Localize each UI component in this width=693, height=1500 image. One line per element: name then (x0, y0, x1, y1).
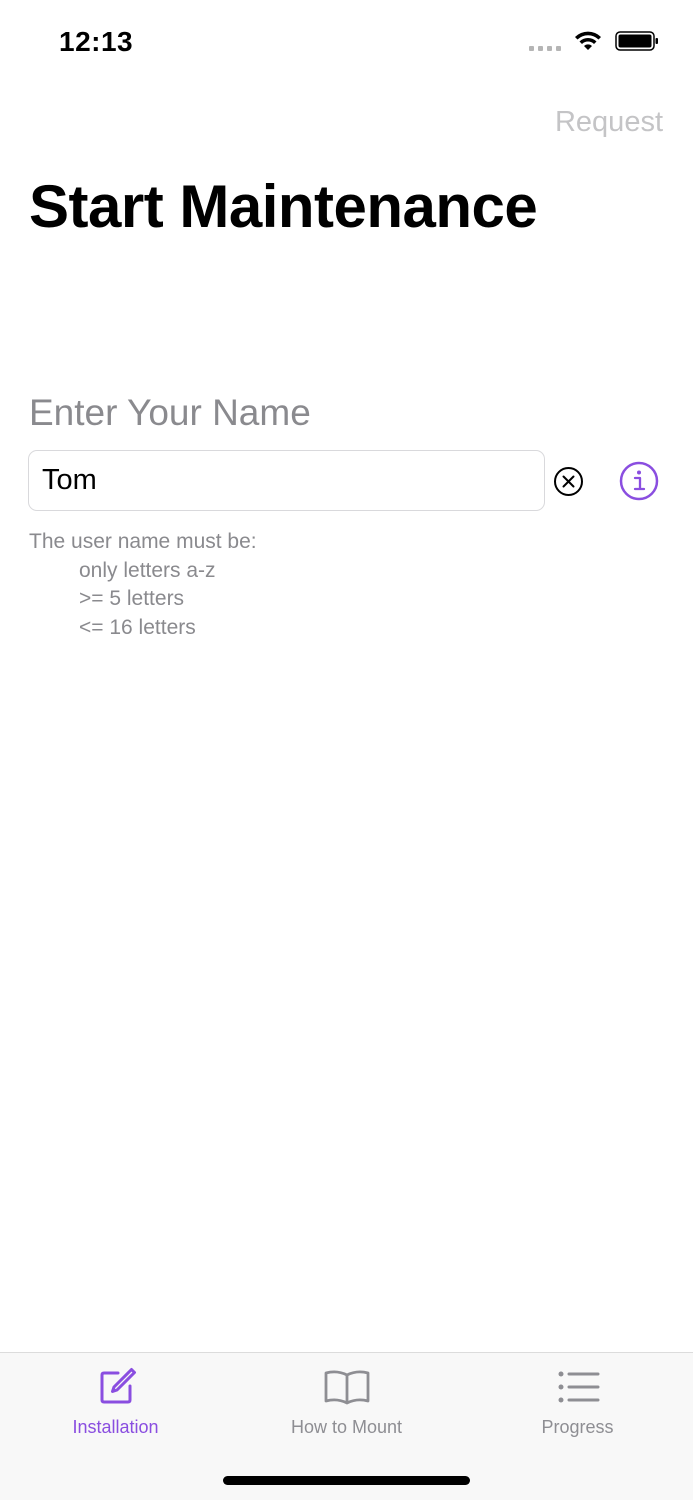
page-title: Start Maintenance (29, 173, 538, 240)
status-time: 12:13 (59, 26, 134, 57)
tab-label: How to Mount (290, 1417, 403, 1437)
list-icon (558, 1371, 599, 1403)
name-field-label: Enter Your Name (29, 392, 311, 433)
wifi-icon (575, 31, 601, 50)
rules-title: The user name must be: (29, 530, 257, 553)
info-icon[interactable] (619, 461, 659, 501)
name-rules: The user name must be: only letters a-z … (29, 528, 257, 642)
tab-installation[interactable]: Installation (0, 1353, 231, 1453)
battery-icon (615, 31, 658, 51)
rule-item: only letters a-z (79, 558, 216, 582)
tab-progress[interactable]: Progress (462, 1353, 693, 1453)
home-indicator (223, 1476, 470, 1485)
screen: 12:13 Request Start Maintenance Enter Yo… (0, 0, 693, 1500)
book-icon (324, 1370, 369, 1405)
edit-icon (100, 1368, 136, 1404)
rule-item: >= 5 letters (79, 587, 185, 610)
status-icons (529, 30, 659, 52)
tab-label: Progress (541, 1417, 614, 1437)
rule-item: <= 16 letters (79, 615, 196, 639)
cellular-signal-icon (529, 31, 561, 51)
tab-how-to-mount[interactable]: How to Mount (231, 1353, 462, 1453)
name-input[interactable] (28, 450, 545, 511)
clear-icon[interactable] (553, 466, 584, 497)
tab-label: Installation (72, 1417, 159, 1437)
request-button[interactable]: Request (555, 106, 663, 139)
